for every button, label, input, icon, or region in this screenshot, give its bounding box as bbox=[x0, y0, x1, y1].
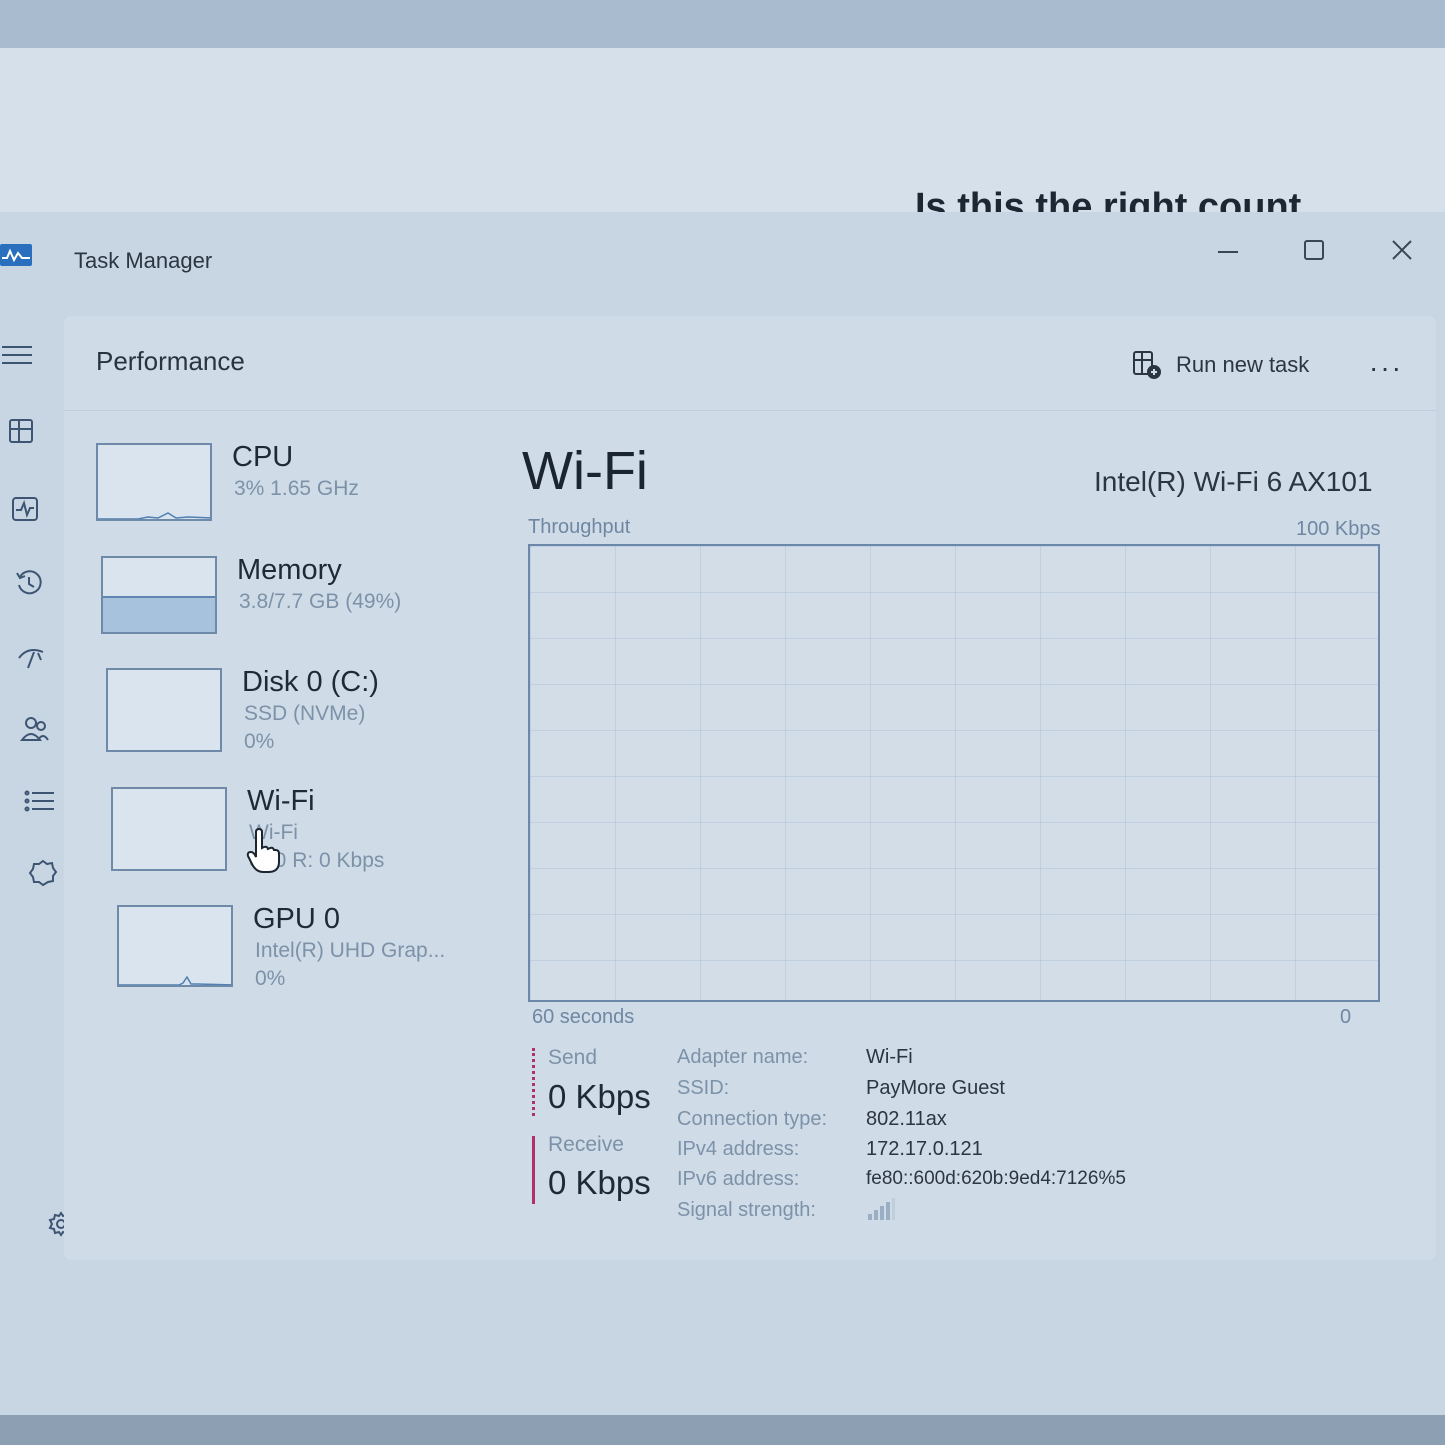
hand-cursor-icon bbox=[246, 827, 282, 879]
minimize-icon bbox=[1218, 251, 1238, 253]
close-icon bbox=[1392, 240, 1412, 260]
receive-indicator bbox=[532, 1136, 535, 1204]
run-new-task-icon bbox=[1133, 351, 1161, 379]
graph-min-label: 0 bbox=[1340, 1006, 1352, 1028]
resource-detail: Intel(R) UHD Grap... bbox=[255, 939, 446, 962]
resource-item-disk[interactable]: Disk 0 (C:) SSD (NVMe) 0% bbox=[106, 666, 486, 768]
resource-detail: SSD (NVMe) bbox=[244, 702, 366, 725]
adapter-model: Intel(R) Wi-Fi 6 AX101 bbox=[1094, 466, 1373, 497]
receive-label: Receive bbox=[548, 1133, 624, 1156]
task-manager-logo-icon bbox=[0, 244, 32, 266]
send-value: 0 Kbps bbox=[548, 1078, 651, 1115]
wifi-thumbnail-graph bbox=[111, 787, 227, 871]
cpu-thumbnail-graph bbox=[96, 443, 212, 521]
run-new-task-button[interactable]: Run new task bbox=[1132, 350, 1309, 380]
header-divider bbox=[64, 410, 1436, 411]
resource-item-memory[interactable]: Memory 3.8/7.7 GB (49%) bbox=[101, 554, 481, 656]
navigation-rail bbox=[0, 332, 74, 1412]
resource-item-gpu[interactable]: GPU 0 Intel(R) UHD Grap... 0% bbox=[117, 903, 497, 1005]
users-icon[interactable] bbox=[18, 712, 52, 746]
resource-name: CPU bbox=[232, 441, 294, 473]
maximize-button[interactable] bbox=[1286, 230, 1342, 270]
processes-icon[interactable] bbox=[4, 414, 38, 448]
services-icon[interactable] bbox=[26, 856, 60, 890]
graph-max-label: 100 Kbps bbox=[1296, 518, 1381, 540]
resource-usage: 0% bbox=[244, 730, 275, 753]
property-label: Connection type: bbox=[677, 1108, 828, 1130]
memory-usage-fill bbox=[103, 595, 215, 632]
property-value: Wi-Fi bbox=[866, 1046, 913, 1068]
throughput-graph bbox=[528, 544, 1380, 1002]
property-label: IPv6 address: bbox=[677, 1168, 800, 1190]
property-value: 802.11ax bbox=[866, 1108, 947, 1130]
detail-title: Wi-Fi bbox=[522, 441, 648, 501]
minimize-button[interactable] bbox=[1200, 230, 1256, 270]
resource-detail: 3.8/7.7 GB (49%) bbox=[239, 590, 402, 613]
graph-label: Throughput bbox=[528, 516, 631, 538]
send-label: Send bbox=[548, 1046, 598, 1069]
property-value: fe80::600d:620b:9ed4:7126%5 bbox=[866, 1168, 1126, 1189]
disk-thumbnail-graph bbox=[106, 668, 222, 752]
graph-time-span: 60 seconds bbox=[532, 1006, 635, 1028]
property-label: Signal strength: bbox=[677, 1199, 816, 1221]
resource-detail: 3% 1.65 GHz bbox=[234, 477, 359, 500]
maximize-icon bbox=[1304, 240, 1324, 260]
property-value: 172.17.0.121 bbox=[866, 1138, 983, 1160]
resource-name: Wi-Fi bbox=[247, 785, 315, 817]
startup-apps-icon[interactable] bbox=[14, 640, 48, 674]
performance-icon[interactable] bbox=[8, 492, 42, 526]
property-label: SSID: bbox=[677, 1077, 730, 1099]
window-title: Task Manager bbox=[74, 248, 213, 273]
property-label: Adapter name: bbox=[677, 1046, 809, 1068]
resource-usage: 0% bbox=[255, 967, 286, 990]
background-top-band bbox=[0, 0, 1445, 48]
resource-item-wifi[interactable]: Wi-Fi Wi-Fi S: 0 R: 0 Kbps bbox=[111, 785, 491, 887]
hamburger-menu-icon[interactable] bbox=[0, 338, 34, 372]
gpu-thumbnail-graph bbox=[117, 905, 233, 987]
property-label: IPv4 address: bbox=[677, 1138, 800, 1160]
memory-thumbnail-graph bbox=[101, 556, 217, 634]
more-options-button[interactable]: ··· bbox=[1369, 352, 1403, 384]
details-icon[interactable] bbox=[22, 784, 56, 818]
resource-name: Disk 0 (C:) bbox=[242, 666, 379, 698]
resource-name: GPU 0 bbox=[253, 903, 341, 935]
resource-item-cpu[interactable]: CPU 3% 1.65 GHz bbox=[96, 441, 476, 543]
run-new-task-label: Run new task bbox=[1176, 352, 1310, 377]
background-bottom-band bbox=[0, 1415, 1445, 1445]
send-indicator bbox=[532, 1048, 536, 1116]
receive-value: 0 Kbps bbox=[548, 1164, 651, 1201]
property-value: PayMore Guest bbox=[866, 1077, 1005, 1099]
signal-strength-icon bbox=[866, 1196, 896, 1228]
close-button[interactable] bbox=[1374, 230, 1430, 270]
resource-name: Memory bbox=[237, 554, 342, 586]
page-title: Performance bbox=[96, 346, 245, 376]
app-history-icon[interactable] bbox=[12, 566, 46, 600]
